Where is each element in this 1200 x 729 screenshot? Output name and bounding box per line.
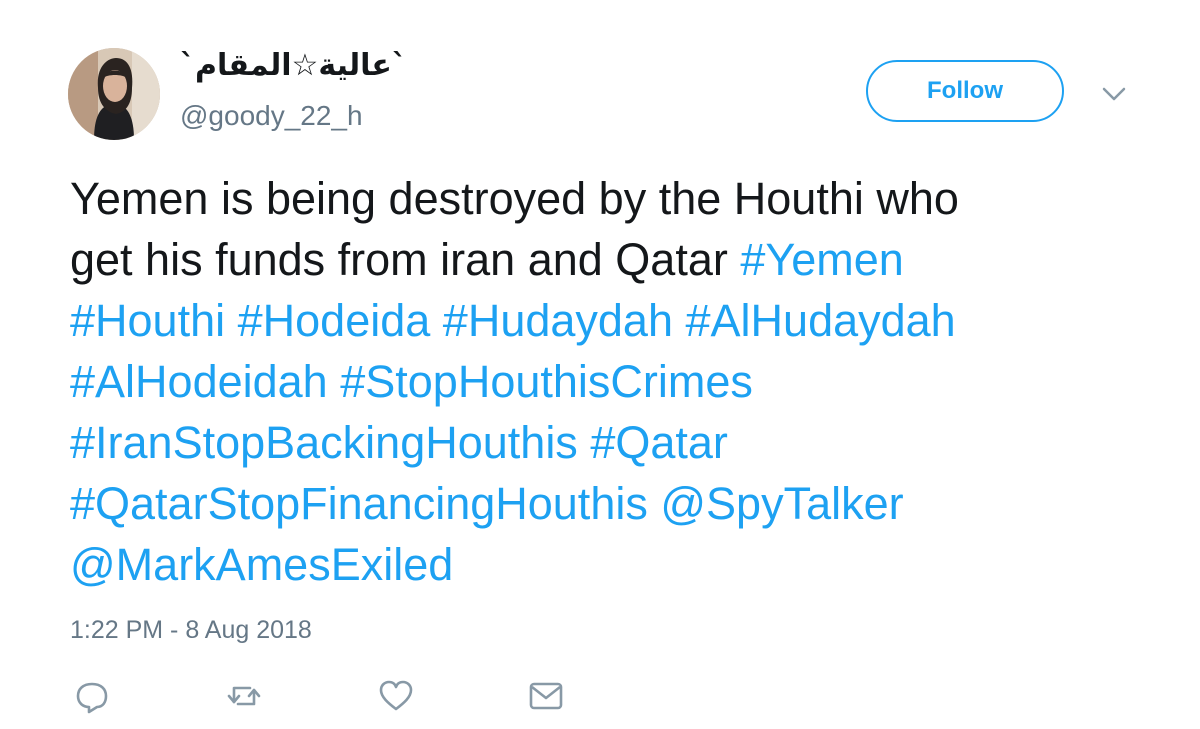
tweet-actions — [72, 676, 592, 716]
tweet-text-segment — [648, 478, 661, 529]
display-name[interactable]: `عالية☆المقام` — [180, 48, 407, 83]
tweet-text-segment: Yemen is being destroyed by the Houthi w… — [70, 173, 959, 224]
hashtag-link[interactable]: #Qatar — [590, 417, 728, 468]
reply-icon[interactable] — [72, 676, 112, 716]
user-handle[interactable]: @goody_22_h — [180, 100, 363, 132]
hashtag-link[interactable]: #Yemen — [740, 234, 903, 285]
hashtag-link[interactable]: #AlHodeidah — [70, 356, 328, 407]
tweet-text-segment — [430, 295, 443, 346]
hashtag-link[interactable]: #StopHouthisCrimes — [340, 356, 753, 407]
tweet-line: #AlHodeidah #StopHouthisCrimes — [70, 351, 1160, 412]
tweet-text-segment — [673, 295, 686, 346]
tweet-text-segment — [328, 356, 341, 407]
tweet-line: #Houthi #Hodeida #Hudaydah #AlHudaydah — [70, 290, 1160, 351]
tweet-line: #IranStopBackingHouthis #Qatar — [70, 412, 1160, 473]
tweet-text-segment: get his funds from iran and Qatar — [70, 234, 741, 285]
tweet-line: Yemen is being destroyed by the Houthi w… — [70, 168, 1160, 229]
avatar[interactable] — [68, 48, 160, 140]
tweet-text-segment — [225, 295, 238, 346]
mention-link[interactable]: @SpyTalker — [660, 478, 903, 529]
tweet-line: get his funds from iran and Qatar #Yemen — [70, 229, 1160, 290]
retweet-icon[interactable] — [224, 676, 264, 716]
message-icon[interactable] — [526, 676, 566, 716]
tweet-card: `عالية☆المقام` @goody_22_h Follow Yemen … — [0, 0, 1200, 729]
chevron-down-icon[interactable] — [1100, 80, 1128, 108]
hashtag-link[interactable]: #Houthi — [70, 295, 225, 346]
hashtag-link[interactable]: #Hodeida — [238, 295, 431, 346]
hashtag-link[interactable]: #IranStopBackingHouthis — [70, 417, 578, 468]
tweet-text: Yemen is being destroyed by the Houthi w… — [70, 168, 1160, 595]
profile-photo-icon — [68, 48, 160, 140]
hashtag-link[interactable]: #QatarStopFinancingHouthis — [70, 478, 648, 529]
hashtag-link[interactable]: #AlHudaydah — [686, 295, 956, 346]
tweet-line: @MarkAmesExiled — [70, 534, 1160, 595]
tweet-text-segment — [578, 417, 591, 468]
follow-button[interactable]: Follow — [866, 60, 1064, 122]
mention-link[interactable]: @MarkAmesExiled — [70, 539, 453, 590]
hashtag-link[interactable]: #Hudaydah — [443, 295, 673, 346]
tweet-timestamp[interactable]: 1:22 PM - 8 Aug 2018 — [70, 616, 312, 645]
tweet-line: #QatarStopFinancingHouthis @SpyTalker — [70, 473, 1160, 534]
like-icon[interactable] — [376, 676, 416, 716]
